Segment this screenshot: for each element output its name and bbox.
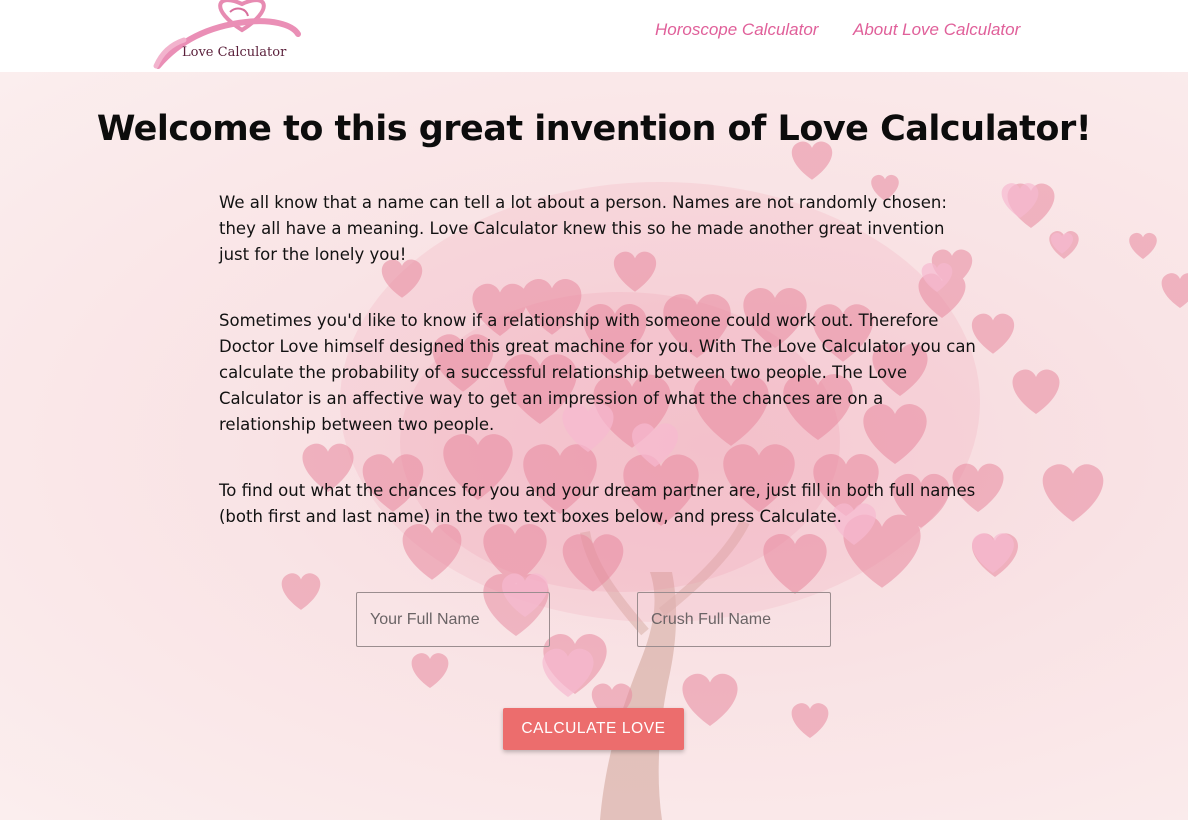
crush-full-name-input[interactable] bbox=[637, 592, 831, 647]
site-header: Love Calculator Horoscope Calculator Abo… bbox=[0, 0, 1188, 72]
intro-paragraph-relationship: Sometimes you'd like to know if a relati… bbox=[219, 311, 976, 434]
your-full-name-input[interactable] bbox=[356, 592, 550, 647]
nav-about-love-calculator[interactable]: About Love Calculator bbox=[853, 20, 1020, 40]
intro-paragraph-names: We all know that a name can tell a lot a… bbox=[219, 193, 947, 264]
intro-paragraph-instructions: To find out what the chances for you and… bbox=[219, 481, 976, 526]
logo[interactable]: Love Calculator bbox=[150, 0, 302, 70]
nav-horoscope-calculator[interactable]: Horoscope Calculator bbox=[655, 20, 818, 40]
page-title: Welcome to this great invention of Love … bbox=[96, 109, 1092, 150]
calculate-love-button[interactable]: CALCULATE LOVE bbox=[503, 708, 684, 750]
logo-text: Love Calculator bbox=[182, 45, 287, 60]
